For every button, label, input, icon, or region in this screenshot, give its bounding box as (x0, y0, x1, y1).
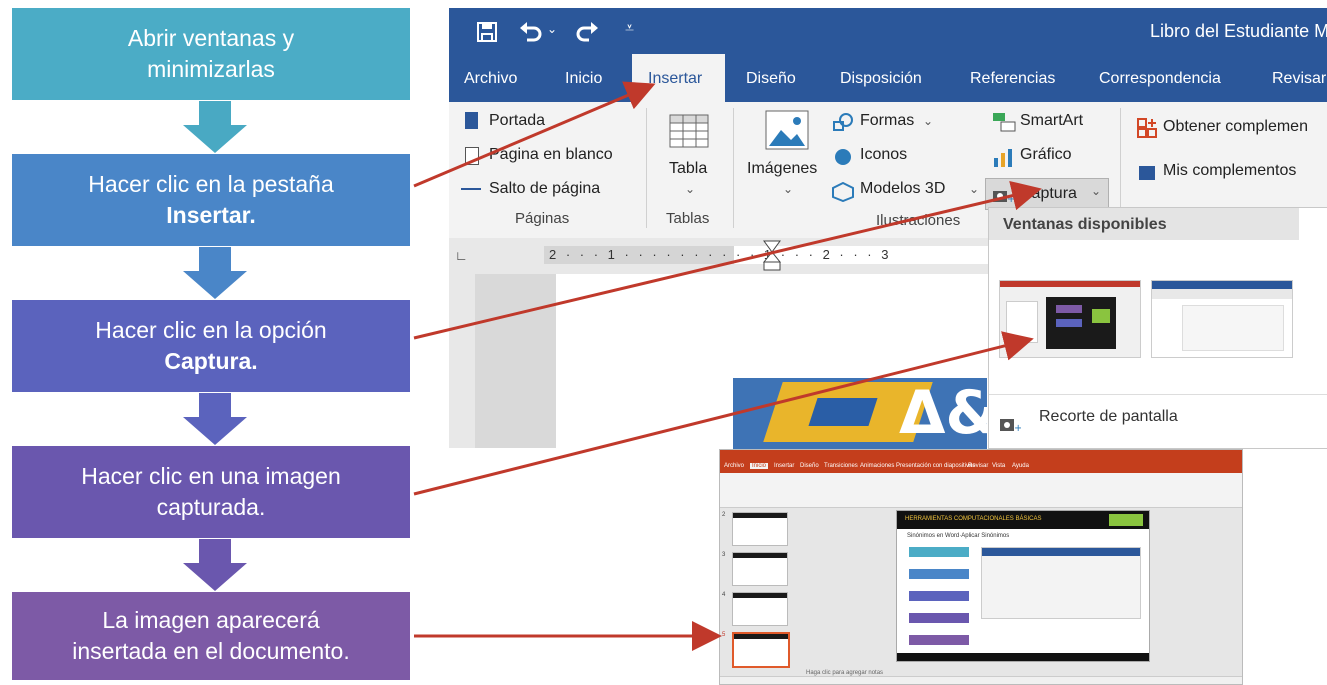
arrow-thumbnail (413, 331, 1034, 496)
arrow-insertar (413, 81, 656, 188)
annotation-arrows (413, 81, 1042, 651)
arrow-captura (413, 180, 1042, 340)
